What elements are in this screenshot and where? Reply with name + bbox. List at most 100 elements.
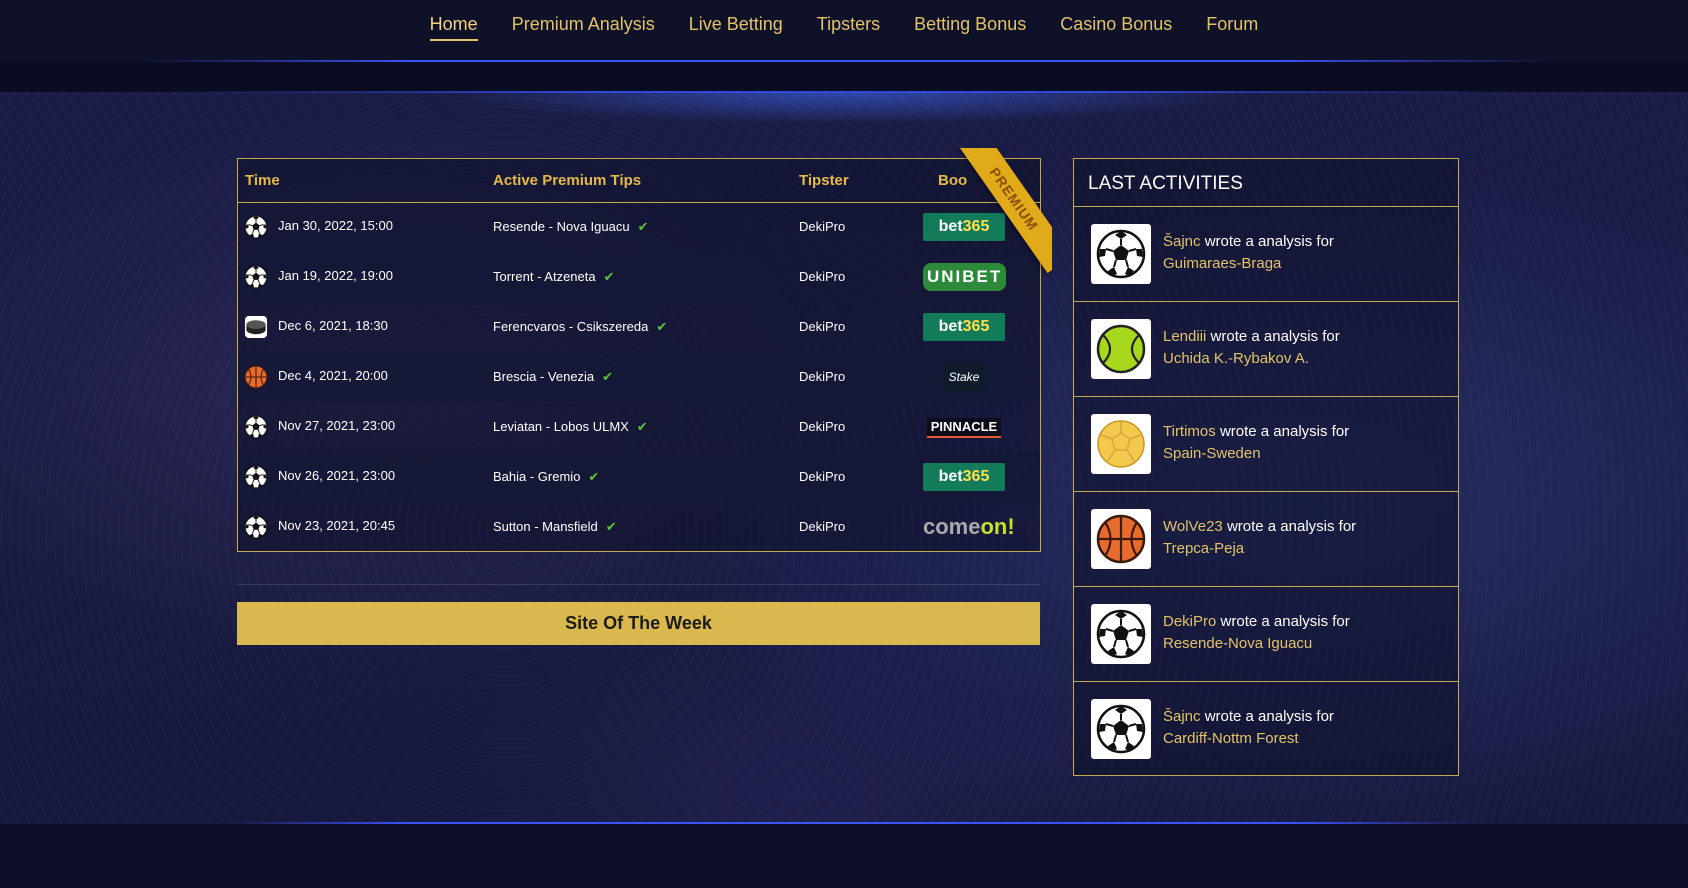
bookmaker-logo-stake[interactable]: Stake	[923, 363, 1005, 391]
soccer-ball-icon	[244, 215, 268, 239]
activity-user-link[interactable]: Šajnc	[1163, 708, 1201, 725]
soccer-ball-icon	[244, 515, 268, 539]
bookmaker-logo-comeon[interactable]: comeon!	[923, 513, 1015, 541]
basketball-icon	[244, 365, 268, 389]
header-time: Time	[245, 172, 280, 189]
check-icon: ✔	[636, 419, 648, 434]
tip-row[interactable]: Jan 30, 2022, 15:00 Resende - Nova Iguac…	[238, 202, 1040, 252]
tip-match[interactable]: Sutton - Mansfield ✔	[493, 519, 617, 535]
tip-match-label: Resende - Nova Iguacu	[493, 219, 630, 234]
tip-tipster[interactable]: DekiPro	[799, 469, 845, 484]
tip-time: Nov 23, 2021, 20:45	[278, 518, 396, 533]
activity-target-link[interactable]: Cardiff-Nottm Forest	[1163, 728, 1453, 750]
activity-target-link[interactable]: Trepca-Peja	[1163, 538, 1453, 560]
tip-row[interactable]: Nov 26, 2021, 23:00 Bahia - Gremio ✔ Deki…	[238, 452, 1040, 502]
activity-target-link[interactable]: Guimaraes-Braga	[1163, 253, 1453, 275]
check-icon: ✔	[602, 369, 614, 384]
sub-bar-glow	[0, 91, 1688, 93]
activity-item: Lendiii wrote a analysis for Uchida K.-R…	[1074, 302, 1458, 397]
bookmaker-logo-pinnacle[interactable]: PINNACLE	[923, 413, 1005, 441]
activity-item: DekiPro wrote a analysis for Resende-Nov…	[1074, 587, 1458, 682]
activity-target-link[interactable]: Resende-Nova Iguacu	[1163, 633, 1453, 655]
tip-time: Jan 30, 2022, 15:00	[278, 218, 393, 233]
activity-action: wrote a analysis for	[1220, 613, 1350, 630]
tip-match-label: Leviatan - Lobos ULMX	[493, 419, 629, 434]
tip-row[interactable]: Jan 19, 2022, 19:00 Torrent - Atzeneta ✔ …	[238, 252, 1040, 302]
basketball-icon	[1091, 509, 1151, 569]
nav-betting-bonus[interactable]: Betting Bonus	[914, 14, 1026, 39]
activity-action: wrote a analysis for	[1204, 708, 1334, 725]
activity-text: Šajnc wrote a analysis for Guimaraes-Bra…	[1163, 231, 1453, 275]
nav-casino-bonus[interactable]: Casino Bonus	[1060, 14, 1172, 39]
tips-table-header: Time Active Premium Tips Tipster Boo	[238, 159, 1040, 203]
premium-tips-table: Time Active Premium Tips Tipster Boo Jan…	[237, 158, 1041, 552]
nav-live-betting[interactable]: Live Betting	[689, 14, 783, 39]
tip-match[interactable]: Bahia - Gremio ✔	[493, 469, 599, 485]
activity-target-link[interactable]: Spain-Sweden	[1163, 443, 1453, 465]
bookmaker-logo-bet365[interactable]: bet365	[923, 213, 1005, 241]
handball-icon	[1091, 414, 1151, 474]
nav-home[interactable]: Home	[429, 14, 478, 41]
nav-forum[interactable]: Forum	[1206, 14, 1258, 39]
header-bookmaker: Boo	[938, 172, 968, 189]
tip-match[interactable]: Torrent - Atzeneta ✔	[493, 269, 615, 285]
bookmaker-logo-bet365[interactable]: bet365	[923, 463, 1005, 491]
activity-user-link[interactable]: WolVe23	[1163, 518, 1223, 535]
tip-tipster[interactable]: DekiPro	[799, 269, 845, 284]
bookmaker-logo-unibet[interactable]: UNIBET	[923, 263, 1007, 291]
site-of-the-week-button[interactable]: Site Of The Week	[237, 602, 1040, 645]
last-activities-title: LAST ACTIVITIES	[1074, 159, 1458, 207]
tip-tipster[interactable]: DekiPro	[799, 419, 845, 434]
activity-item: Šajnc wrote a analysis for Cardiff-Nottm…	[1074, 682, 1458, 776]
tip-match[interactable]: Ferencvaros - Csikszereda ✔	[493, 319, 667, 335]
tip-match[interactable]: Resende - Nova Iguacu ✔	[493, 219, 649, 235]
tip-time: Dec 6, 2021, 18:30	[278, 318, 388, 333]
check-icon: ✔	[588, 469, 600, 484]
activity-text: DekiPro wrote a analysis for Resende-Nov…	[1163, 611, 1453, 655]
nav-tipsters[interactable]: Tipsters	[817, 14, 880, 39]
tip-match-label: Brescia - Venezia	[493, 369, 595, 384]
tip-match-label: Ferencvaros - Csikszereda	[493, 319, 649, 334]
sub-bar	[0, 62, 1688, 92]
soccer-ball-icon	[1091, 224, 1151, 284]
soccer-ball-icon	[1091, 604, 1151, 664]
activity-action: wrote a analysis for	[1226, 518, 1357, 535]
tip-time: Jan 19, 2022, 19:00	[278, 268, 393, 283]
tip-row[interactable]: Dec 4, 2021, 20:00 Brescia - Venezia ✔ De…	[238, 352, 1040, 402]
tip-tipster[interactable]: DekiPro	[799, 319, 845, 334]
tip-time: Nov 26, 2021, 23:00	[278, 468, 396, 483]
activity-item: Šajnc wrote a analysis for Guimaraes-Bra…	[1074, 207, 1458, 302]
soccer-ball-icon	[244, 415, 268, 439]
check-icon: ✔	[637, 219, 649, 234]
activity-user-link[interactable]: Šajnc	[1163, 233, 1201, 250]
activity-user-link[interactable]: DekiPro	[1163, 613, 1216, 630]
nav-premium-analysis[interactable]: Premium Analysis	[512, 14, 655, 39]
tip-row[interactable]: Dec 6, 2021, 18:30 Ferencvaros - Csiksze…	[238, 302, 1040, 352]
activity-text: Tirtimos wrote a analysis for Spain-Swed…	[1163, 421, 1453, 465]
activity-text: Šajnc wrote a analysis for Cardiff-Nottm…	[1163, 706, 1453, 750]
tip-row[interactable]: Nov 27, 2021, 23:00 Leviatan - Lobos ULM…	[238, 402, 1040, 452]
last-activities-panel: LAST ACTIVITIES Šajnc wrote a analysis f…	[1073, 158, 1459, 776]
tip-match[interactable]: Brescia - Venezia ✔	[493, 369, 613, 385]
tip-tipster[interactable]: DekiPro	[799, 369, 845, 384]
bookmaker-logo-bet365[interactable]: bet365	[923, 313, 1005, 341]
tip-match[interactable]: Leviatan - Lobos ULMX ✔	[493, 419, 648, 435]
tip-tipster[interactable]: DekiPro	[799, 219, 845, 234]
soccer-ball-icon	[244, 465, 268, 489]
activity-target-link[interactable]: Uchida K.-Rybakov A.	[1163, 348, 1453, 370]
activity-user-link[interactable]: Lendiii	[1163, 328, 1206, 345]
activity-user-link[interactable]: Tirtimos	[1163, 423, 1216, 440]
section-divider	[237, 584, 1040, 585]
header-tipster: Tipster	[799, 172, 849, 189]
tip-row[interactable]: Nov 23, 2021, 20:45 Sutton - Mansfield ✔ …	[238, 502, 1040, 551]
check-icon: ✔	[656, 319, 668, 334]
main-nav: Home Premium Analysis Live Betting Tipst…	[0, 14, 1688, 41]
tip-time: Dec 4, 2021, 20:00	[278, 368, 388, 383]
footer	[0, 824, 1688, 888]
top-navigation-bar: Home Premium Analysis Live Betting Tipst…	[0, 0, 1688, 61]
tip-tipster[interactable]: DekiPro	[799, 519, 845, 534]
activity-action: wrote a analysis for	[1204, 233, 1334, 250]
activity-item: Tirtimos wrote a analysis for Spain-Swed…	[1074, 397, 1458, 492]
tip-match-label: Torrent - Atzeneta	[493, 269, 596, 284]
soccer-ball-icon	[1091, 699, 1151, 759]
